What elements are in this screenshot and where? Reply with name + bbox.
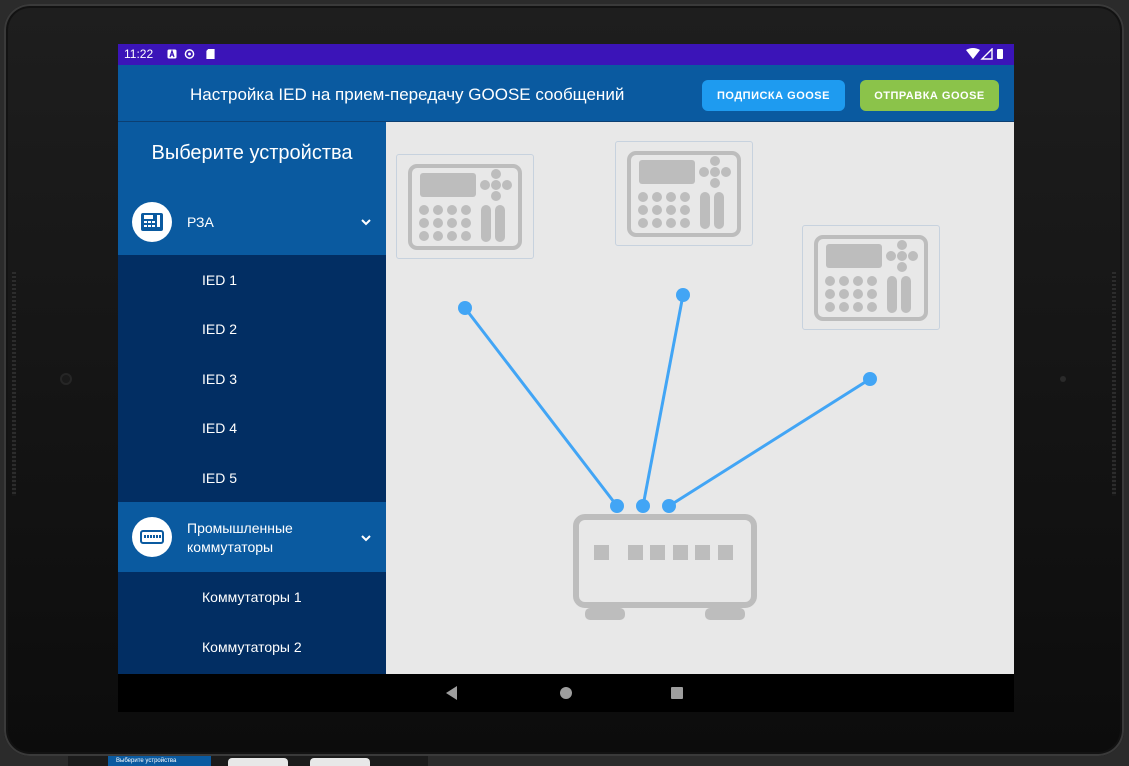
home-icon[interactable]	[558, 684, 574, 702]
back-icon[interactable]	[443, 684, 459, 702]
tablet-screen: 11:22 Настройка IED на прием-передачу GO…	[118, 44, 1014, 712]
front-camera-icon	[60, 373, 72, 385]
ied-device[interactable]	[615, 141, 753, 246]
wifi-signal-battery-icon	[966, 48, 1003, 60]
recents-icon[interactable]	[669, 684, 685, 702]
network-canvas[interactable]	[386, 122, 1014, 674]
thumbnail-tab	[310, 758, 370, 766]
sd-card-icon	[206, 49, 215, 59]
chevron-down-icon[interactable]	[360, 532, 372, 544]
ied-device[interactable]	[802, 225, 940, 330]
sidebar-item-label: IED 3	[202, 371, 238, 387]
sidebar-item-switch-2[interactable]: Коммутаторы 2	[118, 622, 386, 671]
thumbnail-heading: Выберите устройства	[108, 756, 211, 766]
sidebar-group-switches[interactable]: Промышленные коммутаторы	[118, 502, 386, 572]
sidebar-item-ied-5[interactable]: IED 5	[118, 453, 386, 502]
switch-port-2	[636, 499, 650, 513]
status-bar: 11:22	[118, 44, 1014, 65]
sidebar-item-label: Коммутаторы 2	[202, 639, 302, 655]
relay-protection-icon	[132, 202, 172, 242]
ied-relay-icon	[627, 151, 741, 237]
device-sidebar: Выберите устройства РЗА IED 1 IED 2 IED …	[118, 122, 386, 674]
sidebar-item-label: IED 4	[202, 420, 238, 436]
ied-device[interactable]	[396, 154, 534, 259]
sidebar-item-label: IED 5	[202, 470, 238, 486]
thumbnail-tab	[228, 758, 288, 766]
sidebar-item-label: Коммутаторы 1	[202, 589, 302, 605]
sidebar-group-rza[interactable]: РЗА	[118, 190, 386, 255]
switch-port-1	[610, 499, 624, 513]
sidebar-item-label: IED 1	[202, 272, 238, 288]
app-bar: Настройка IED на прием-передачу GOOSE со…	[118, 65, 1014, 122]
sidebar-item-label: IED 2	[202, 321, 238, 337]
sidebar-heading: Выберите устройства	[118, 122, 386, 190]
ied-1-port	[458, 301, 472, 315]
sidebar-item-switch-1[interactable]: Коммутаторы 1	[118, 572, 386, 621]
sidebar-item-ied-3[interactable]: IED 3	[118, 354, 386, 403]
speaker-grille-right	[1112, 272, 1116, 496]
sidebar-item-ied-2[interactable]: IED 2	[118, 304, 386, 353]
page-title: Настройка IED на прием-передачу GOOSE со…	[190, 85, 625, 104]
speaker-grille-left	[12, 272, 16, 496]
ied-relay-icon	[814, 235, 928, 321]
thumbnail-strip: Выберите устройства	[68, 756, 428, 766]
sidebar-group-label: РЗА	[187, 214, 214, 230]
android-nav-bar	[118, 674, 1014, 712]
sensor-icon	[1060, 376, 1066, 382]
network-switch-icon	[132, 517, 172, 557]
ied-2-port	[676, 288, 690, 302]
goose-subscribe-button[interactable]: ПОДПИСКА GOOSE	[702, 80, 845, 111]
sidebar-group-label-line2: коммутаторы	[187, 539, 274, 555]
notification-a-icon	[167, 49, 177, 59]
sync-icon	[184, 49, 195, 59]
sidebar-group-label-line1: Промышленные	[187, 520, 293, 536]
ied-3-port	[863, 372, 877, 386]
status-time: 11:22	[124, 47, 154, 61]
chevron-down-icon[interactable]	[360, 216, 372, 228]
ied-relay-icon	[408, 164, 522, 250]
network-switch-icon[interactable]	[573, 514, 757, 622]
sidebar-item-ied-4[interactable]: IED 4	[118, 403, 386, 452]
sidebar-item-ied-1[interactable]: IED 1	[118, 255, 386, 304]
switch-port-3	[662, 499, 676, 513]
goose-send-button[interactable]: ОТПРАВКА GOOSE	[860, 80, 999, 111]
